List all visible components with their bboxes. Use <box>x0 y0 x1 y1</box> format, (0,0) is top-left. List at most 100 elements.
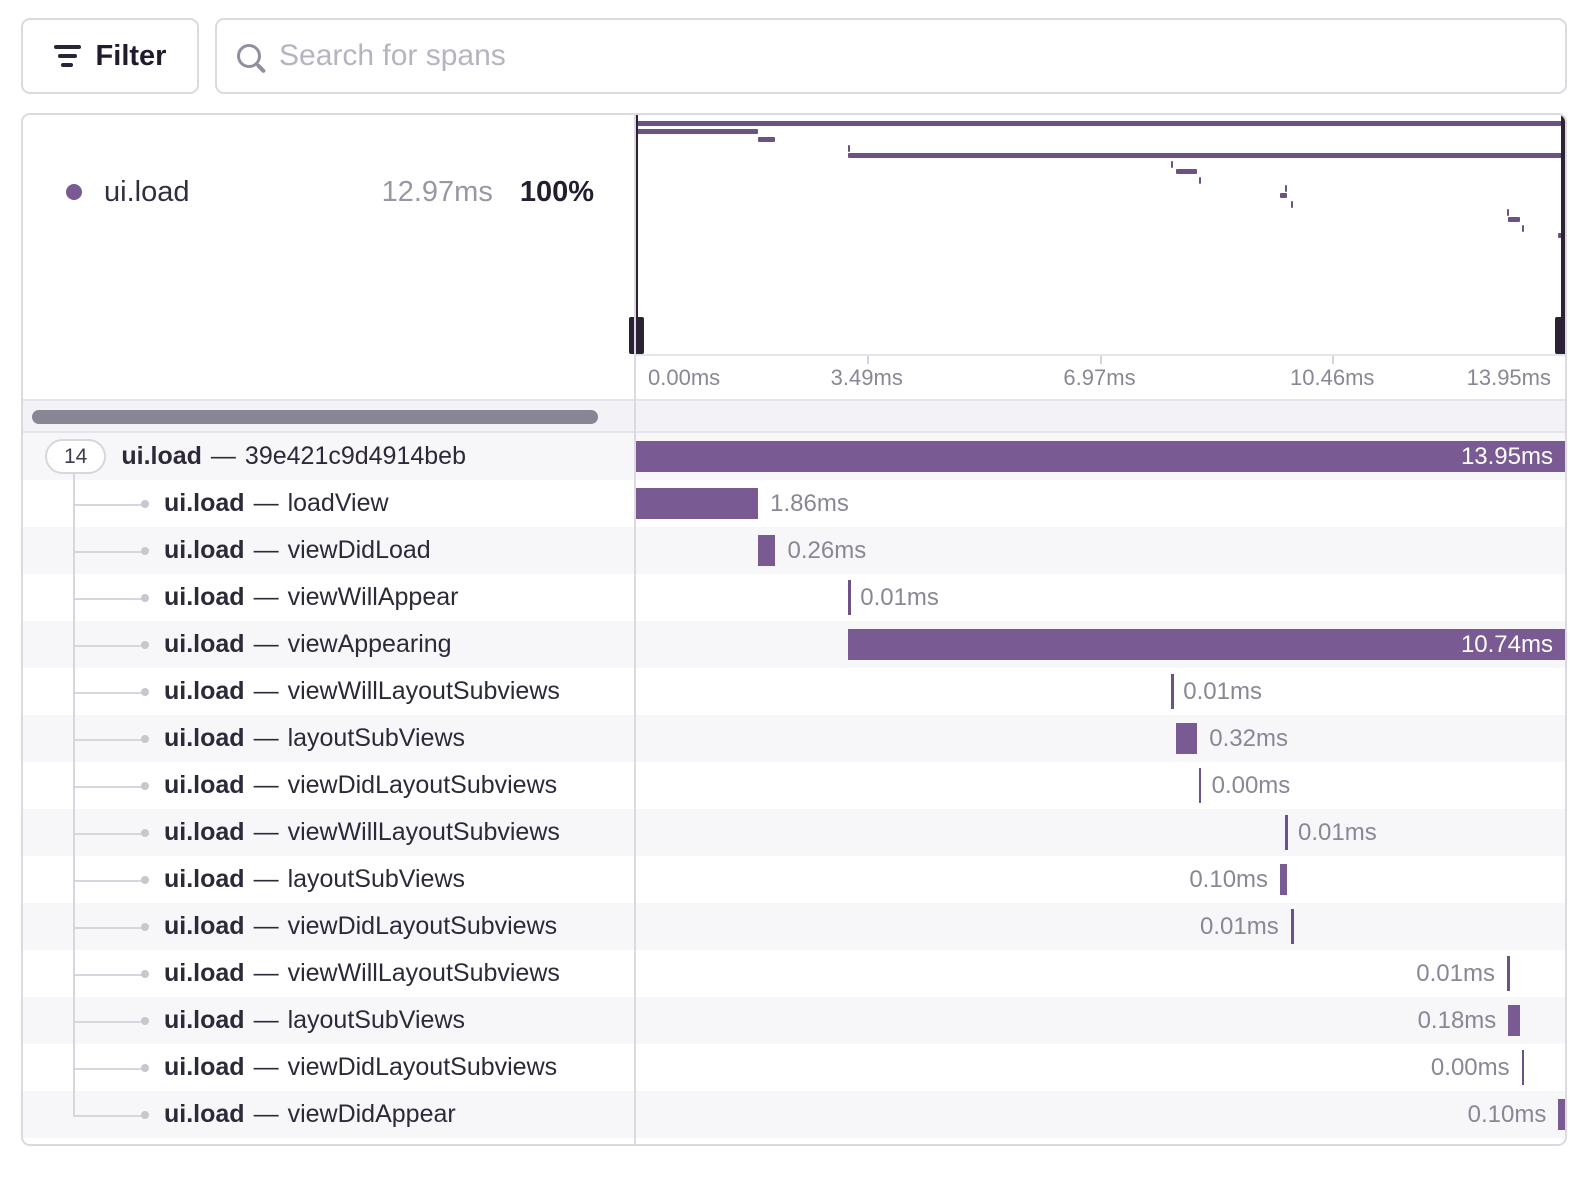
filter-button[interactable]: Filter <box>21 18 199 94</box>
search-input[interactable] <box>279 39 1545 73</box>
span-row[interactable]: 14 ui.load—viewDidLoad 0.26ms <box>23 527 1565 574</box>
span-bar[interactable] <box>1285 815 1288 850</box>
span-bar-cell[interactable]: 0.01ms <box>634 903 1565 950</box>
span-tree-cell[interactable]: 14 ui.load—viewWillLayoutSubviews <box>23 809 634 856</box>
span-bar-cell[interactable]: 0.01ms <box>634 668 1565 715</box>
tree-connector-horizontal <box>73 504 144 506</box>
tree-connector-horizontal <box>73 974 144 976</box>
minimap-span-bar <box>1176 169 1197 174</box>
span-row[interactable]: 14 ui.load—viewAppearing 10.74ms <box>23 621 1565 668</box>
span-bar[interactable] <box>1558 1099 1565 1130</box>
span-duration-label: 13.95ms <box>1461 443 1553 471</box>
span-bar[interactable] <box>1176 723 1197 754</box>
tree-scrollbar-track[interactable] <box>23 399 1565 433</box>
span-row[interactable]: 14 ui.load—layoutSubViews 0.10ms <box>23 856 1565 903</box>
span-row[interactable]: 14 ui.load—viewWillLayoutSubviews 0.01ms <box>23 950 1565 997</box>
span-row[interactable]: 14 ui.load—layoutSubViews 0.32ms <box>23 715 1565 762</box>
timeline-axis-row: 0.00ms 3.49ms 6.97ms 10.46ms 13.95ms <box>23 354 1565 399</box>
tree-connector-horizontal <box>73 551 144 553</box>
search-icon <box>237 44 261 68</box>
span-duration-label: 0.01ms <box>860 584 939 612</box>
span-bar[interactable] <box>848 580 851 615</box>
span-tree-cell[interactable]: 14 ui.load—viewWillLayoutSubviews <box>23 668 634 715</box>
span-bar-cell[interactable]: 10.74ms <box>634 621 1565 668</box>
span-bar-cell[interactable]: 0.10ms <box>634 1091 1565 1138</box>
span-bar[interactable] <box>1199 768 1201 803</box>
trace-minimap[interactable] <box>634 115 1565 354</box>
span-bar-cell[interactable]: 0.32ms <box>634 715 1565 762</box>
tree-connector-dot <box>141 1111 149 1119</box>
span-separator: — <box>211 442 236 470</box>
span-bar[interactable] <box>634 441 1565 472</box>
tree-scrollbar-thumb[interactable] <box>32 410 598 424</box>
minimap-right-handle[interactable] <box>1561 115 1565 354</box>
span-tree-cell[interactable]: 14 ui.load—viewWillAppear <box>23 574 634 621</box>
span-tree-cell[interactable]: 14 ui.load—viewDidLayoutSubviews <box>23 762 634 809</box>
span-bar[interactable] <box>848 629 1565 660</box>
span-bar-cell[interactable]: 0.18ms <box>634 997 1565 1044</box>
span-bar[interactable] <box>1291 909 1294 944</box>
minimap-left-grip[interactable] <box>629 317 644 354</box>
span-bar-cell[interactable]: 0.01ms <box>634 809 1565 856</box>
span-duration-label: 0.01ms <box>1200 913 1279 941</box>
span-op-label: ui.load <box>164 630 245 658</box>
span-tree-cell[interactable]: 14 ui.load—layoutSubViews <box>23 856 634 903</box>
minimap-right-grip[interactable] <box>1555 317 1567 354</box>
child-count-badge[interactable]: 14 <box>45 439 106 474</box>
span-bar-cell[interactable]: 0.00ms <box>634 762 1565 809</box>
span-op-label: ui.load <box>164 865 245 893</box>
span-row[interactable]: 14 ui.load—loadView 1.86ms <box>23 480 1565 527</box>
axis-label: 6.97ms <box>1063 365 1135 391</box>
axis-tick-mark <box>867 356 869 364</box>
span-row[interactable]: 14 ui.load—viewDidAppear 0.10ms <box>23 1091 1565 1138</box>
span-tree-cell[interactable]: 14 ui.load—viewDidLoad <box>23 527 634 574</box>
span-tree-cell[interactable]: 14 ui.load—viewAppearing <box>23 621 634 668</box>
span-row[interactable]: 14 ui.load—viewWillLayoutSubviews 0.01ms <box>23 809 1565 856</box>
span-separator: — <box>254 1006 279 1034</box>
span-tree-cell[interactable]: 14 ui.load—viewDidLayoutSubviews <box>23 1044 634 1091</box>
span-bar-cell[interactable]: 0.01ms <box>634 950 1565 997</box>
span-tree-cell[interactable]: 14 ui.load—loadView <box>23 480 634 527</box>
tree-connector-horizontal <box>73 1068 144 1070</box>
span-separator: — <box>254 1100 279 1128</box>
span-bar[interactable] <box>1522 1050 1524 1085</box>
span-bar[interactable] <box>1171 674 1174 709</box>
span-row[interactable]: 14 ui.load—viewDidLayoutSubviews 0.00ms <box>23 1044 1565 1091</box>
trace-header: ui.load 12.97ms 100% <box>23 115 1565 354</box>
tree-connector-vertical <box>73 1091 75 1115</box>
tree-connector-dot <box>141 923 149 931</box>
span-bar[interactable] <box>634 488 758 519</box>
span-bar-cell[interactable]: 1.86ms <box>634 480 1565 527</box>
span-bar-cell[interactable]: 0.01ms <box>634 574 1565 621</box>
span-row[interactable]: 14 ui.load—viewWillLayoutSubviews 0.01ms <box>23 668 1565 715</box>
tree-connector-dot <box>141 1017 149 1025</box>
span-bar-cell[interactable]: 0.10ms <box>634 856 1565 903</box>
span-bar-cell[interactable]: 13.95ms <box>634 433 1565 480</box>
span-tree-cell[interactable]: 14 ui.load—viewDidAppear <box>23 1091 634 1138</box>
span-row[interactable]: 14 ui.load—39e421c9d4914beb 13.95ms <box>23 433 1565 480</box>
span-op-label: ui.load <box>164 1100 245 1128</box>
span-description: layoutSubViews <box>288 865 465 893</box>
search-box[interactable] <box>215 18 1567 94</box>
span-tree-cell[interactable]: 14 ui.load—39e421c9d4914beb <box>23 433 634 480</box>
tree-connector-dot <box>141 829 149 837</box>
span-tree-cell[interactable]: 14 ui.load—viewWillLayoutSubviews <box>23 950 634 997</box>
span-op-label: ui.load <box>164 489 245 517</box>
span-tree-cell[interactable]: 14 ui.load—layoutSubViews <box>23 715 634 762</box>
span-row[interactable]: 14 ui.load—viewDidLayoutSubviews 0.00ms <box>23 762 1565 809</box>
span-bar[interactable] <box>1508 1005 1520 1036</box>
ops-breakdown: ui.load 12.97ms 100% <box>23 115 634 225</box>
span-title: ui.load—viewDidLayoutSubviews <box>164 1053 557 1082</box>
span-row[interactable]: 14 ui.load—viewDidLayoutSubviews 0.01ms <box>23 903 1565 950</box>
span-tree-cell[interactable]: 14 ui.load—layoutSubViews <box>23 997 634 1044</box>
panel-divider[interactable] <box>634 115 636 1144</box>
span-bar[interactable] <box>1507 956 1510 991</box>
span-bar[interactable] <box>1280 864 1287 895</box>
span-row[interactable]: 14 ui.load—layoutSubViews 0.18ms <box>23 997 1565 1044</box>
span-tree-cell[interactable]: 14 ui.load—viewDidLayoutSubviews <box>23 903 634 950</box>
span-bar-cell[interactable]: 0.00ms <box>634 1044 1565 1091</box>
span-bar[interactable] <box>758 535 775 566</box>
span-duration-label: 0.01ms <box>1298 819 1377 847</box>
span-bar-cell[interactable]: 0.26ms <box>634 527 1565 574</box>
span-row[interactable]: 14 ui.load—viewWillAppear 0.01ms <box>23 574 1565 621</box>
